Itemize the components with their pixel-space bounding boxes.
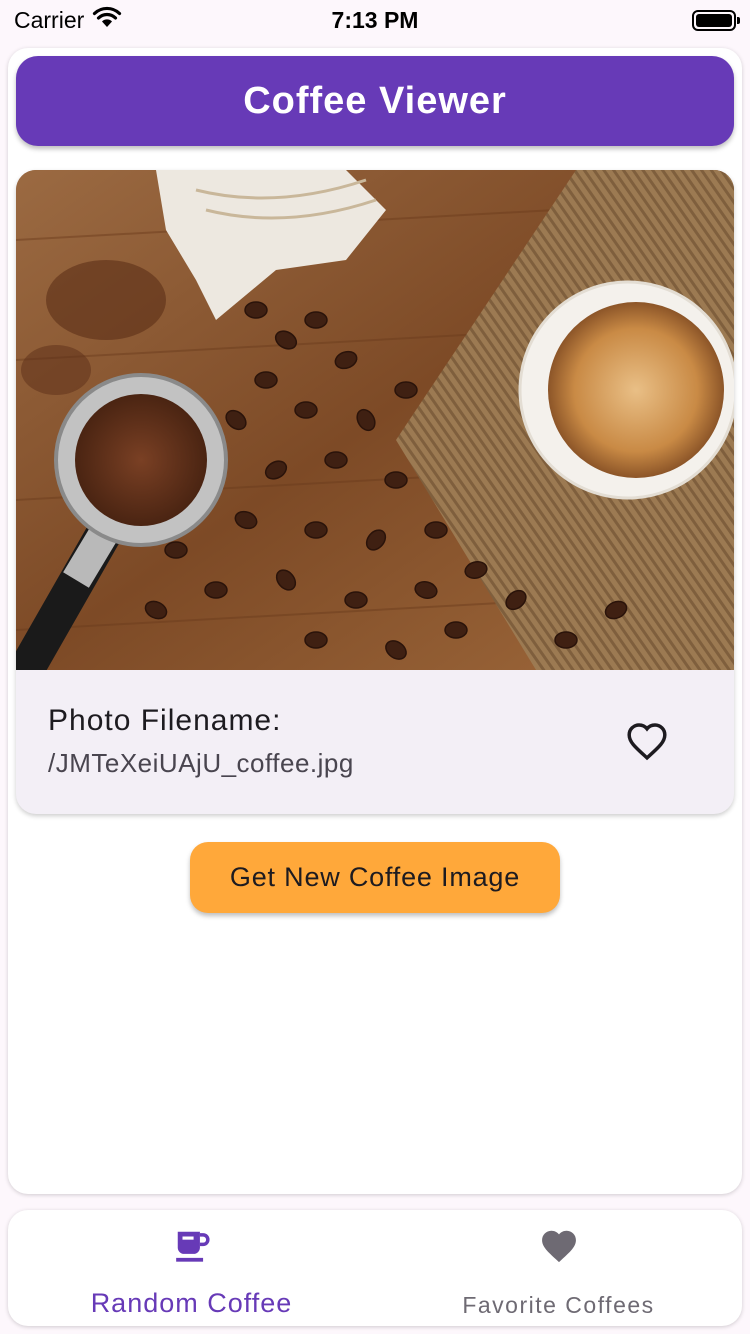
photo-filename-value: /JMTeXeiUAjU_coffee.jpg [48,748,354,778]
main-card: Coffee Viewer Photo Filename: /JMTeXeiUA… [8,48,742,1194]
app-bar: Coffee Viewer [16,56,734,146]
app-title: Coffee Viewer [243,79,507,122]
nav-item-random-coffee[interactable]: Random Coffee [8,1210,375,1326]
status-bar: Carrier 7:13 PM [0,0,750,40]
favorite-button[interactable] [622,718,672,768]
coffee-photo [16,170,734,670]
get-new-coffee-image-button[interactable]: Get New Coffee Image [190,842,560,913]
photo-info: Photo Filename: /JMTeXeiUAjU_coffee.jpg [16,670,734,814]
wifi-icon [92,6,122,34]
bottom-navigation: Random Coffee Favorite Coffees [8,1210,742,1326]
photo-card: Photo Filename: /JMTeXeiUAjU_coffee.jpg [16,170,734,814]
battery-icon [692,9,740,31]
carrier-label: Carrier [14,6,85,33]
coffee-cup-icon [173,1226,211,1266]
nav-item-favorite-coffees[interactable]: Favorite Coffees [375,1210,742,1326]
nav-label-random-coffee: Random Coffee [90,1288,293,1318]
status-left: Carrier [14,6,122,34]
nav-label-favorite-coffees: Favorite Coffees [462,1292,655,1318]
heart-outline-icon [625,721,669,766]
heart-icon [538,1226,580,1266]
photo-filename-label: Photo Filename: [48,704,282,737]
